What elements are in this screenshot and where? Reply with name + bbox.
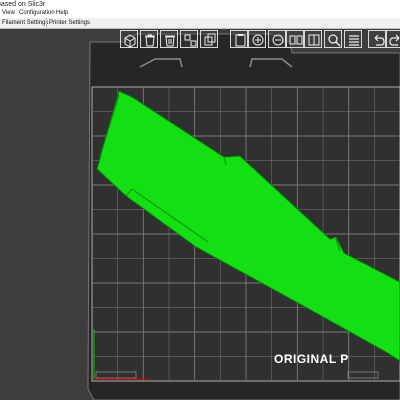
search-icon	[328, 34, 341, 47]
delete-button[interactable]	[140, 30, 158, 48]
paste-button[interactable]	[230, 30, 248, 48]
scene-canvas[interactable]	[0, 29, 400, 400]
copy-button[interactable]	[200, 30, 218, 48]
split-objects-button[interactable]	[286, 30, 304, 48]
window-titlebar: based on Slic3r	[0, 0, 400, 9]
tab-printer-settings[interactable]: Printer Settings	[46, 18, 92, 28]
menu-configuration[interactable]: Configuration	[19, 9, 55, 18]
copy-icon	[204, 33, 216, 46]
bed-logo-label: ORIGINAL P	[274, 352, 349, 366]
menu-help[interactable]: Help	[56, 9, 68, 18]
undo-icon	[374, 34, 385, 46]
menu-view[interactable]: View	[2, 9, 15, 18]
search-button[interactable]	[324, 30, 342, 48]
split-objects-icon	[289, 35, 303, 45]
arrange-button[interactable]	[180, 30, 198, 48]
add-cube-button[interactable]	[120, 30, 138, 48]
remove-instance-icon	[272, 34, 284, 46]
delete-all-button[interactable]	[160, 30, 178, 48]
tab-filament-settings[interactable]: Filament Settings	[0, 18, 50, 28]
add-instance-icon	[252, 34, 264, 46]
menu-bar: View Configuration Help	[0, 9, 400, 18]
3d-viewport[interactable]: ORIGINAL P	[0, 29, 400, 400]
add-cube-icon	[124, 34, 136, 48]
paste-icon	[235, 34, 246, 47]
settings-tab-bar: Filament Settings Printer Settings	[0, 18, 400, 29]
remove-instance-button[interactable]	[268, 30, 286, 48]
redo-icon	[389, 34, 400, 46]
layers-editing-button[interactable]	[344, 30, 362, 48]
delete-all-icon	[165, 35, 175, 47]
delete-icon	[145, 34, 155, 47]
undo-button[interactable]	[368, 30, 386, 48]
arrange-icon	[184, 34, 197, 47]
split-parts-icon	[308, 34, 320, 46]
top-toolbar	[120, 30, 400, 50]
layers-editing-icon	[349, 35, 359, 46]
redo-button[interactable]	[386, 30, 400, 48]
split-parts-button[interactable]	[304, 30, 322, 48]
add-instance-button[interactable]	[248, 30, 266, 48]
window-title: based on Slic3r	[0, 1, 46, 8]
